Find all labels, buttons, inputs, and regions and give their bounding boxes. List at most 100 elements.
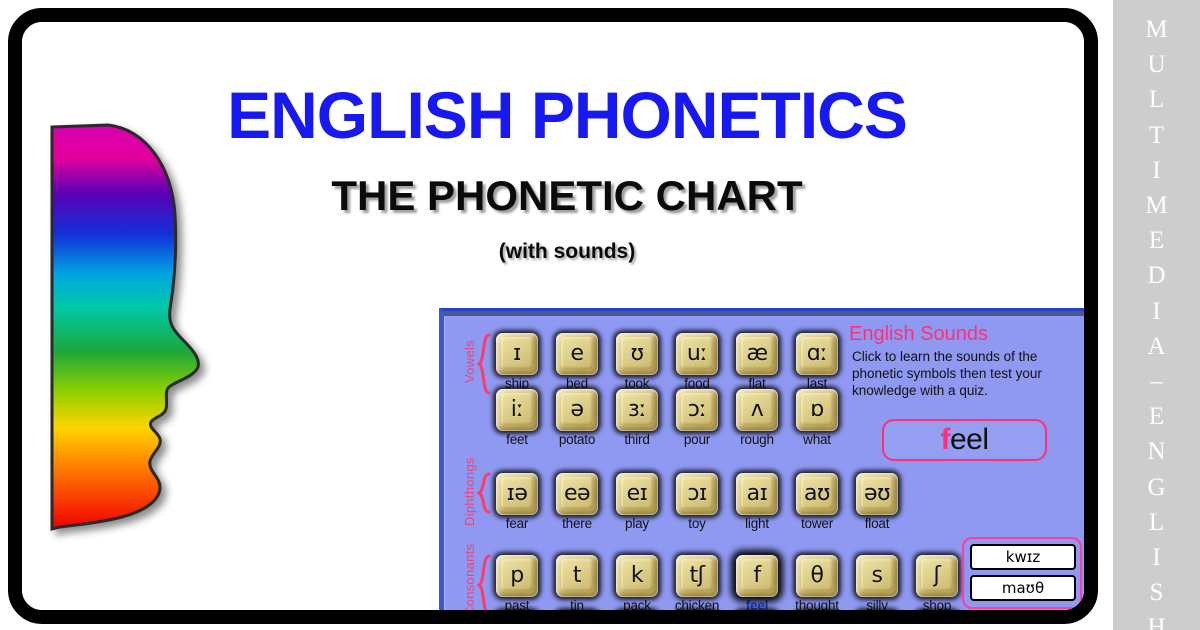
phonetic-key-flat[interactable]: æ xyxy=(736,333,778,375)
phonetic-key-g[interactable]: g xyxy=(616,611,658,618)
phonetic-key-word: feet xyxy=(506,432,528,447)
phonetic-key-dʒ[interactable]: dʒ xyxy=(676,611,718,618)
phonetic-key-chicken[interactable]: tʃ xyxy=(676,555,718,597)
info-block: English Sounds Click to learn the sounds… xyxy=(849,323,1084,399)
page-note: (with sounds) xyxy=(498,240,636,263)
phonetic-key-past[interactable]: p xyxy=(496,555,538,597)
phonetic-key-third[interactable]: ɜː xyxy=(616,389,658,431)
phonetic-key-v[interactable]: v xyxy=(736,611,778,618)
phonetic-key-ð[interactable]: ð xyxy=(796,611,838,618)
page-root: M U L T I M E D I A – E N G L I S H ENGL… xyxy=(0,0,1200,630)
phonetic-key-word: pack xyxy=(623,598,651,613)
phonetic-key-took[interactable]: ʊ xyxy=(616,333,658,375)
phonetic-key-last[interactable]: ɑː xyxy=(796,333,838,375)
group-label-vowels: Vowels xyxy=(462,340,477,383)
phonetic-key-tower[interactable]: aʊ xyxy=(796,473,838,515)
phonetic-key-shop[interactable]: ʃ xyxy=(916,555,958,597)
mouth-button[interactable]: maʊθ xyxy=(970,575,1076,601)
phonetic-key-ʒ[interactable]: ʒ xyxy=(916,611,958,618)
phonetic-key-cell: v xyxy=(734,611,780,618)
phonetic-key-fear[interactable]: ɪə xyxy=(496,473,538,515)
phonetic-symbol: æ xyxy=(746,341,768,366)
brand-sidebar-label: M U L T I M E D I A – E N G L I S H xyxy=(1145,16,1168,630)
phonetic-key-food[interactable]: uː xyxy=(676,333,718,375)
phonetic-chart-panel: Vowels Diphthongs Consonants ɪ ship e bed ʊ t… xyxy=(439,308,1084,618)
phonetic-symbol: ʌ xyxy=(750,397,764,422)
page-title: ENGLISH PHONETICS xyxy=(227,78,908,152)
phonetic-key-pour[interactable]: ɔː xyxy=(676,389,718,431)
phonetic-key-silly[interactable]: s xyxy=(856,555,898,597)
phonetic-key-word: tin xyxy=(570,598,584,613)
phonetic-key-cell: e bed xyxy=(554,333,600,391)
phonetic-symbol: ɪə xyxy=(506,481,528,506)
phonetic-key-cell: ɒ what xyxy=(794,389,840,447)
phonetic-key-cell: ɑː last xyxy=(794,333,840,391)
phonetic-key-feet[interactable]: iː xyxy=(496,389,538,431)
phonetic-key-bed[interactable]: e xyxy=(556,333,598,375)
phonetic-key-cell: ɔɪ toy xyxy=(674,473,720,531)
phonetic-key-word: feel xyxy=(745,598,769,613)
phonetic-key-cell: aɪ light xyxy=(734,473,780,531)
phonetic-key-rough[interactable]: ʌ xyxy=(736,389,778,431)
phonetic-symbol: ʊ xyxy=(630,341,644,366)
phonetic-key-cell: k pack xyxy=(614,555,660,613)
phonetic-key-ship[interactable]: ɪ xyxy=(496,333,538,375)
phonetic-key-word: shop xyxy=(922,598,952,613)
phonetic-key-d[interactable]: d xyxy=(556,611,598,618)
phonetic-key-tin[interactable]: t xyxy=(556,555,598,597)
phonetic-key-word: chicken xyxy=(674,598,720,613)
phonetic-key-word: thought xyxy=(795,598,839,613)
phonetic-symbol: iː xyxy=(510,397,524,422)
phonetic-key-word: rough xyxy=(740,432,774,447)
phonetic-key-word: silly xyxy=(866,598,888,613)
phonetic-key-cell: iː feet xyxy=(494,389,540,447)
word-display-text: feel xyxy=(940,423,989,457)
phonetic-key-cell: eɪ play xyxy=(614,473,660,531)
phonetic-key-feel[interactable]: f xyxy=(736,555,778,597)
word-display-rest: eel xyxy=(949,423,989,456)
phonetic-key-cell: t tin xyxy=(554,555,600,613)
phonetic-key-cell: æ flat xyxy=(734,333,780,391)
phonetic-key-cell: eə there xyxy=(554,473,600,531)
screen-frame: ENGLISH PHONETICS THE PHONETIC CHART (wi… xyxy=(8,8,1098,624)
phonetic-key-there[interactable]: eə xyxy=(556,473,598,515)
phonetic-key-play[interactable]: eɪ xyxy=(616,473,658,515)
phonetic-key-cell: z xyxy=(854,611,900,618)
phonetic-key-float[interactable]: əʊ xyxy=(856,473,898,515)
page-subtitle: THE PHONETIC CHART xyxy=(331,172,803,219)
phonetic-key-cell: aʊ tower xyxy=(794,473,840,531)
phonetic-symbol: ɪ xyxy=(513,341,521,366)
phonetic-key-light[interactable]: aɪ xyxy=(736,473,778,515)
phonetic-key-cell: ɔː pour xyxy=(674,389,720,447)
phonetic-key-cell: ə potato xyxy=(554,389,600,447)
phonetic-key-what[interactable]: ɒ xyxy=(796,389,838,431)
quiz-button[interactable]: kwɪz xyxy=(970,544,1076,570)
phonetic-key-pack[interactable]: k xyxy=(616,555,658,597)
phonetic-symbol: s xyxy=(871,563,883,588)
phonetic-symbol: ɒ xyxy=(810,397,824,422)
phonetic-key-cell: f feel xyxy=(734,555,780,613)
phonetic-key-cell: dʒ xyxy=(674,611,720,618)
phonetic-key-b[interactable]: b xyxy=(496,611,538,618)
phonetic-symbol: ʃ xyxy=(933,563,941,588)
phonetic-key-cell: b xyxy=(494,611,540,618)
phonetic-key-word: light xyxy=(745,516,769,531)
phonetic-key-potato[interactable]: ə xyxy=(556,389,598,431)
brace-diphthongs-icon xyxy=(477,472,491,514)
phonetic-symbol: e xyxy=(570,341,584,366)
phonetic-key-word: there xyxy=(562,516,592,531)
phonetic-key-cell: θ thought xyxy=(794,555,840,613)
brace-consonants-icon xyxy=(477,554,491,610)
phonetic-key-z[interactable]: z xyxy=(856,611,898,618)
phonetic-key-toy[interactable]: ɔɪ xyxy=(676,473,718,515)
phonetic-symbol: f xyxy=(753,563,761,588)
panel-top-bar xyxy=(444,311,1084,316)
group-label-diphthongs: Diphthongs xyxy=(462,457,477,526)
phonetic-symbol: tʃ xyxy=(689,563,705,588)
phonetic-symbol: aɪ xyxy=(746,481,768,506)
phonetic-key-cell: s silly xyxy=(854,555,900,613)
phonetic-symbol: ɔɪ xyxy=(687,481,707,506)
phonetic-symbol: əʊ xyxy=(863,481,891,506)
phonetic-key-cell: ð xyxy=(794,611,840,618)
phonetic-key-thought[interactable]: θ xyxy=(796,555,838,597)
